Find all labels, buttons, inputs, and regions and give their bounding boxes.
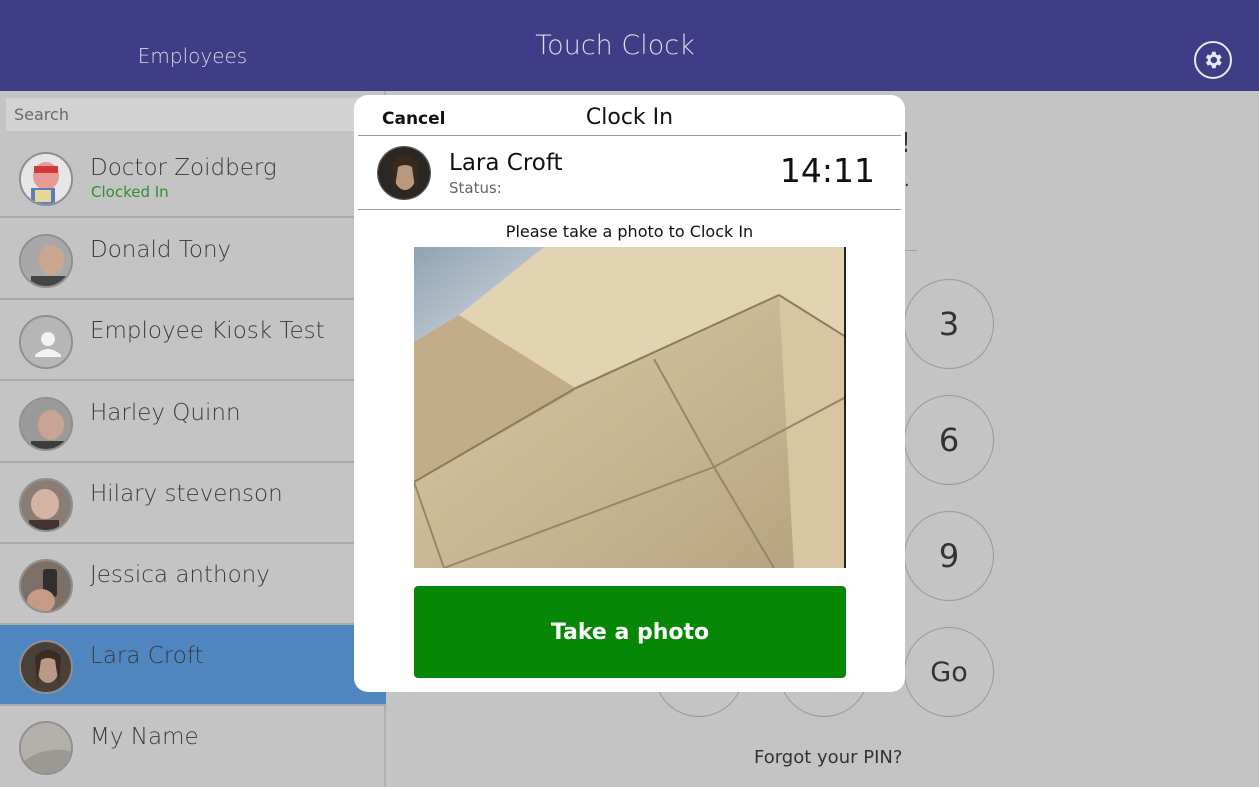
employee-status-label: Status: — [449, 179, 502, 197]
employee-name: Lara Croft — [90, 643, 204, 669]
employee-name: Doctor Zoidberg — [90, 155, 277, 181]
take-photo-button[interactable]: Take a photo — [414, 586, 846, 678]
employee-list-item[interactable]: My Name — [0, 706, 386, 787]
avatar — [19, 478, 73, 532]
search-input[interactable] — [6, 98, 382, 131]
keypad-key-9[interactable]: 9 — [904, 511, 994, 601]
employee-name: Harley Quinn — [90, 400, 241, 426]
employee-name: Jessica anthony — [90, 562, 270, 588]
employee-list-item[interactable]: Hilary stevenson — [0, 463, 386, 544]
avatar — [19, 721, 73, 775]
employee-name: My Name — [90, 724, 199, 750]
employee-list-item[interactable]: Harley Quinn — [0, 382, 386, 463]
employee-list-item[interactable]: Jessica anthony — [0, 544, 386, 625]
forgot-pin-link[interactable]: Forgot your PIN? — [754, 747, 902, 768]
photo-instruction: Please take a photo to Clock In — [505, 222, 754, 241]
employee-list-item-selected[interactable]: Lara Croft — [0, 625, 386, 706]
keypad-key-go[interactable]: Go — [904, 627, 994, 717]
person-icon — [21, 317, 71, 367]
employee-name: Donald Tony — [90, 237, 232, 263]
top-bar: Employees Touch Clock — [0, 0, 1259, 91]
avatar — [19, 234, 73, 288]
divider — [358, 135, 901, 136]
keypad-key-3[interactable]: 3 — [904, 279, 994, 369]
employee-list-item[interactable]: Doctor Zoidberg Clocked In — [0, 137, 386, 218]
employee-list-item[interactable]: Donald Tony — [0, 219, 386, 300]
employee-list-item[interactable]: Employee Kiosk Test — [0, 300, 386, 381]
employee-name: Hilary stevenson — [90, 481, 283, 507]
avatar — [19, 559, 73, 613]
avatar — [19, 152, 73, 206]
gear-icon — [1205, 51, 1222, 69]
keypad-key-6[interactable]: 6 — [904, 395, 994, 485]
clock-in-dialog: Cancel Clock In Lara Croft Status: 14:11… — [354, 95, 905, 692]
current-time: 14:11 — [779, 151, 875, 190]
employee-name: Employee Kiosk Test — [90, 318, 325, 344]
avatar — [19, 315, 73, 369]
employee-status: Clocked In — [91, 183, 169, 201]
employee-name: Lara Croft — [449, 150, 563, 176]
camera-preview — [414, 247, 846, 568]
settings-button[interactable] — [1194, 41, 1232, 79]
avatar — [19, 640, 73, 694]
app-title: Touch Clock — [535, 30, 695, 61]
dialog-title: Clock In — [585, 105, 674, 130]
avatar — [19, 397, 73, 451]
avatar — [377, 146, 431, 200]
divider — [358, 209, 901, 210]
